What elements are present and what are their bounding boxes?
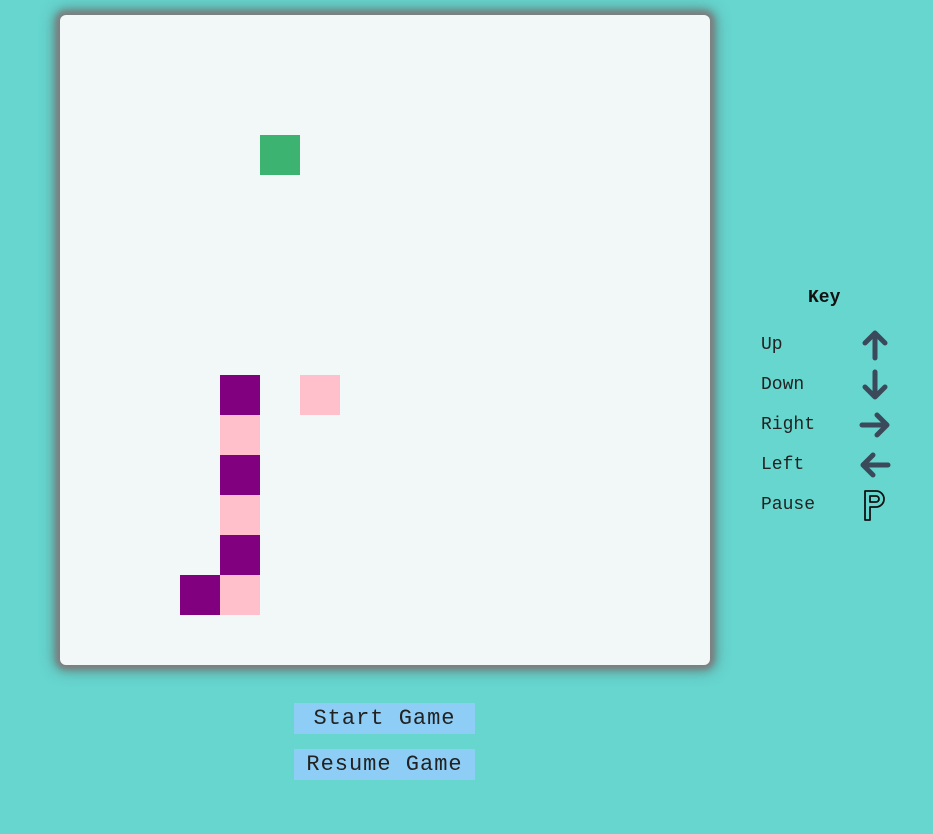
snake-segment: [220, 575, 260, 615]
snake-segment: [220, 455, 260, 495]
key-title: Key: [808, 288, 841, 308]
key-row-up: Up: [761, 329, 901, 363]
snake-segment: [300, 375, 340, 415]
letter-p-icon: [864, 490, 885, 521]
snake-segment: [220, 375, 260, 415]
resume-game-button[interactable]: Resume Game: [294, 749, 475, 780]
key-label-down: Down: [761, 375, 805, 395]
key-label-pause: Pause: [761, 495, 816, 515]
snake-segment: [220, 495, 260, 535]
arrow-left-icon: [860, 452, 891, 478]
key-row-pause: Pause: [761, 489, 901, 523]
key-row-right: Right: [761, 409, 901, 443]
arrow-right-icon: [859, 412, 890, 438]
start-game-button[interactable]: Start Game: [294, 703, 475, 734]
arrow-up-icon: [862, 330, 888, 361]
key-label-up: Up: [761, 335, 783, 355]
food-cell: [260, 135, 300, 175]
snake-segment: [220, 535, 260, 575]
snake-segment: [180, 575, 220, 615]
key-label-right: Right: [761, 415, 816, 435]
key-label-left: Left: [761, 455, 805, 475]
key-row-left: Left: [761, 449, 901, 483]
game-board[interactable]: [60, 15, 710, 665]
snake-segment: [220, 415, 260, 455]
key-row-down: Down: [761, 369, 901, 403]
arrow-down-icon: [862, 369, 888, 400]
